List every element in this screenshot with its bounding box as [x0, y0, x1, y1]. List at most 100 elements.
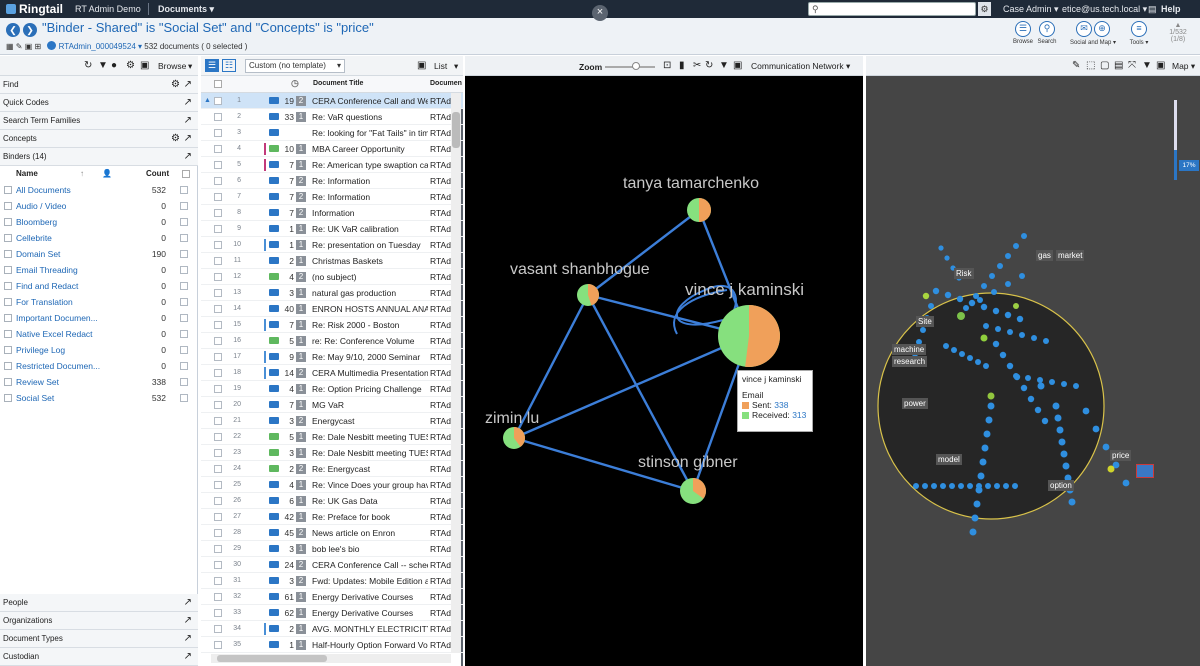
list-view-icon[interactable]: ☰: [205, 59, 219, 72]
concept-label[interactable]: Risk: [954, 268, 974, 279]
row-checkbox[interactable]: [214, 289, 222, 297]
table-row[interactable]: 22 5 1 Re: Dale Nesbitt meeting TUES RTAd: [201, 429, 463, 445]
row-checkbox[interactable]: [214, 337, 222, 345]
pager-up-icon[interactable]: ▲: [1160, 22, 1196, 29]
search-button[interactable]: ⚲ Search: [1032, 21, 1062, 45]
row-checkbox[interactable]: [214, 545, 222, 553]
concept-dot[interactable]: [975, 359, 981, 365]
document-title[interactable]: bob lee's bio: [312, 541, 428, 556]
document-title[interactable]: CERA Multimedia Presentation:: [312, 365, 428, 380]
concept-dot[interactable]: [981, 283, 987, 289]
forward-arrow-icon[interactable]: ❯: [23, 23, 37, 37]
concept-dot[interactable]: [989, 273, 995, 279]
table-row[interactable]: 13 3 1 natural gas production RTAd: [201, 285, 463, 301]
document-title[interactable]: CERA Conference Call and Web: [312, 93, 428, 108]
table-row[interactable]: 10 1 1 Re: presentation on Tuesday RTAd: [201, 237, 463, 253]
col-document[interactable]: Documen: [430, 80, 462, 87]
row-checkbox[interactable]: [214, 273, 222, 281]
row-checkbox[interactable]: [214, 577, 222, 585]
concept-dot[interactable]: [987, 392, 995, 400]
concept-dot[interactable]: [932, 287, 940, 295]
concept-label[interactable]: power: [902, 398, 928, 409]
binder-options-icon[interactable]: [180, 218, 188, 226]
document-title[interactable]: Re: VaR questions: [312, 109, 428, 124]
concept-dot[interactable]: [1107, 465, 1115, 473]
expand-icon[interactable]: ↗: [184, 148, 192, 166]
concept-dot[interactable]: [1062, 462, 1070, 470]
concept-dot[interactable]: [968, 299, 976, 307]
table-row[interactable]: 31 3 2 Fwd: Updates: Mobile Edition ar RTAd: [201, 573, 463, 589]
list-mode-dropdown[interactable]: List: [434, 61, 447, 71]
document-title[interactable]: Energycast: [312, 413, 428, 428]
document-title[interactable]: re: Re: Conference Volume: [312, 333, 428, 348]
concept-dot[interactable]: [956, 295, 964, 303]
concept-dot[interactable]: [951, 347, 957, 353]
tool-icon[interactable]: ✂: [693, 60, 701, 71]
col-count[interactable]: Count: [146, 166, 169, 182]
concept-dot[interactable]: [922, 483, 928, 489]
binder-row[interactable]: Domain Set 190: [0, 246, 198, 262]
row-checkbox[interactable]: [214, 625, 222, 633]
filter-icon[interactable]: ▼: [719, 60, 729, 71]
concept-dot[interactable]: [944, 255, 950, 261]
concept-dot[interactable]: [1041, 417, 1049, 425]
social-map-button[interactable]: ✉ ⊕ Social and Map ▾: [1068, 21, 1118, 46]
binder-row[interactable]: Privilege Log 0: [0, 342, 198, 358]
table-row[interactable]: 23 3 1 Re: Dale Nesbitt meeting TUES RTAd: [201, 445, 463, 461]
binder-options-icon[interactable]: [180, 330, 188, 338]
document-title[interactable]: Re: Risk 2000 - Boston: [312, 317, 428, 332]
concept-dot[interactable]: [994, 483, 1000, 489]
concept-dot[interactable]: [987, 402, 995, 410]
binder-checkbox[interactable]: [4, 378, 12, 386]
binder-checkbox[interactable]: [4, 330, 12, 338]
concept-dot[interactable]: [977, 472, 985, 480]
concept-dot[interactable]: [983, 323, 989, 329]
row-checkbox[interactable]: [214, 401, 222, 409]
map-view-dropdown[interactable]: Map ▾: [1172, 61, 1195, 72]
row-checkbox[interactable]: [214, 513, 222, 521]
settings-gear-icon[interactable]: ⚙: [126, 60, 135, 71]
help-link[interactable]: Help: [1161, 4, 1181, 14]
image-icon[interactable]: ▤: [1114, 60, 1123, 71]
concept-dot[interactable]: [1005, 253, 1011, 259]
document-title[interactable]: Re: UK VaR calibration: [312, 221, 428, 236]
concept-dot[interactable]: [922, 292, 930, 300]
document-title[interactable]: Re: American type swaption cal: [312, 157, 428, 172]
concept-dot[interactable]: [1122, 479, 1130, 487]
concept-dot[interactable]: [1092, 425, 1100, 433]
row-checkbox[interactable]: [214, 609, 222, 617]
binder-checkbox[interactable]: [4, 298, 12, 306]
document-title[interactable]: Energy Derivative Courses: [312, 589, 428, 604]
filter-icon[interactable]: ▼: [98, 60, 108, 71]
concept-dot[interactable]: [1019, 332, 1025, 338]
binder-row[interactable]: Find and Redact 0: [0, 278, 198, 294]
binder-checkbox[interactable]: [4, 250, 12, 258]
document-title[interactable]: Re: May 9/10, 2000 Seminar: [312, 349, 428, 364]
concept-dot[interactable]: [1068, 498, 1076, 506]
row-checkbox[interactable]: [214, 369, 222, 377]
table-row[interactable]: 19 4 1 Re: Option Pricing Challenge RTAd: [201, 381, 463, 397]
concept-dot[interactable]: [980, 303, 988, 311]
binder-options-icon[interactable]: [180, 314, 188, 322]
concept-label[interactable]: machine: [892, 344, 927, 355]
document-title[interactable]: MG VaR: [312, 397, 428, 412]
app-logo[interactable]: Ringtail: [6, 2, 63, 16]
binder-row[interactable]: Review Set 338: [0, 374, 198, 390]
table-row[interactable]: 17 9 1 Re: May 9/10, 2000 Seminar RTAd: [201, 349, 463, 365]
binder-options-icon[interactable]: [180, 250, 188, 258]
concept-dot[interactable]: [976, 483, 982, 489]
document-title[interactable]: Re: Information: [312, 173, 428, 188]
document-title[interactable]: ENRON HOSTS ANNUAL ANALY: [312, 301, 428, 316]
node-vince[interactable]: [718, 305, 780, 367]
search-options-gear-icon[interactable]: ⚙: [978, 2, 991, 16]
concept-dot[interactable]: [1012, 483, 1018, 489]
binder-checkbox[interactable]: [4, 394, 12, 402]
concept-dot[interactable]: [959, 351, 965, 357]
select-all-checkbox[interactable]: [214, 80, 222, 88]
row-checkbox[interactable]: [214, 145, 222, 153]
table-row[interactable]: 32 61 1 Energy Derivative Courses RTAd: [201, 589, 463, 605]
concept-label[interactable]: Site: [916, 316, 934, 327]
table-row[interactable]: 11 2 1 Christmas Baskets RTAd: [201, 253, 463, 269]
pane-layout-icon[interactable]: ▣: [733, 60, 742, 71]
binder-checkbox[interactable]: [4, 218, 12, 226]
